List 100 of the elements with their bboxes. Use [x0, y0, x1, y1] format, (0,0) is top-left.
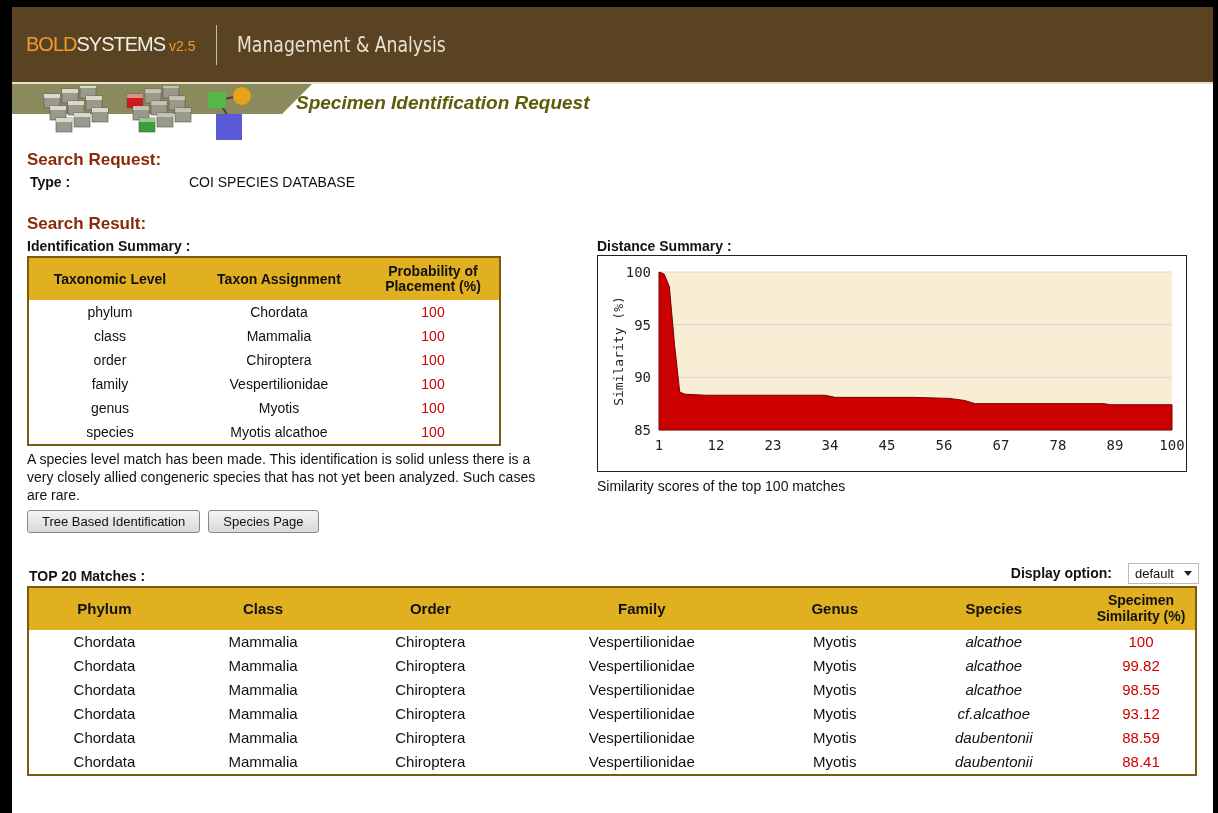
table-title: Identification Summary : — [27, 238, 192, 254]
column-header: Taxon Assignment — [190, 257, 367, 300]
table-cell-text: Mammalia — [245, 327, 313, 346]
table-cell: species — [28, 420, 191, 445]
table-cell-text: Chiroptera — [394, 704, 467, 725]
table-cell: Chordata — [28, 677, 180, 702]
table-cell: Mammalia — [179, 629, 347, 654]
caret-icon — [1184, 570, 1192, 576]
table-cell: 100 — [367, 396, 500, 420]
table-cell-text: Vespertilionidae — [587, 680, 696, 701]
logo: BOLDSYSTEMS v2.5 — [26, 33, 196, 56]
column-header: Probability of Placement (%) — [367, 257, 500, 300]
table-cell: Chiroptera — [346, 629, 515, 654]
table-cell: 100 — [367, 372, 500, 396]
axis-tick-label: 90 — [634, 369, 651, 386]
table-cell: Myotis alcathoe — [190, 420, 367, 445]
table-cell-text: Myotis — [812, 728, 858, 749]
table-cell: Chiroptera — [346, 749, 515, 775]
axis-tick-label: 85 — [634, 422, 651, 438]
table-cell: 100 — [367, 348, 500, 372]
table-cell: 98.55 — [1087, 677, 1196, 702]
option-label: Display option: — [1010, 565, 1112, 582]
table-cell: 88.41 — [1087, 749, 1196, 775]
axis-title: Similarity (%) — [611, 296, 626, 406]
table-cell-text: Vespertilionidae — [587, 704, 696, 725]
table-cell-text: Mammalia — [227, 704, 299, 725]
table-cell-text: alcathoe — [964, 656, 1024, 677]
column-header: Class — [179, 586, 347, 630]
table-cell: 100 — [367, 300, 500, 324]
axis-tick-label: 56 — [935, 437, 953, 453]
chart-caption: Similarity scores of the top 100 matches — [597, 478, 847, 494]
section-heading: Search Result: — [27, 214, 148, 234]
table-cell-text: daubentonii — [953, 728, 1034, 749]
table-cell: daubentonii — [900, 749, 1087, 775]
axis-tick-label: 89 — [1106, 437, 1124, 453]
table-cell: Chordata — [28, 749, 180, 775]
table-cell: phylum — [28, 300, 191, 324]
table-cell: Myotis — [769, 749, 901, 775]
axis-tick-label: 23 — [764, 437, 782, 453]
column-header: Specimen Similarity (%) — [1087, 586, 1196, 630]
table-cell: 88.59 — [1087, 725, 1196, 750]
table-cell: Chordata — [190, 300, 367, 324]
table-cell: 100 — [367, 420, 500, 445]
result-note: A species level match has been made. This identification is solid unless there is a very closely allied congeneric species that has not yet been analyzed. Such cases are rare. — [27, 450, 537, 505]
table-cell-text: Vespertilionidae — [228, 375, 330, 394]
table-cell: genus — [28, 396, 191, 420]
table-cell: Chordata — [28, 653, 180, 678]
axis-tick-label: 34 — [821, 437, 839, 453]
table-cell: family — [28, 372, 191, 396]
column-header: Genus — [769, 586, 901, 630]
action-button[interactable]: Species Page — [208, 509, 319, 533]
axis-tick-label: 78 — [1049, 437, 1067, 453]
table-cell-text: Mammalia — [227, 656, 299, 677]
table-cell: 99.82 — [1087, 653, 1196, 678]
axis-tick-label: 12 — [707, 437, 725, 453]
table-cell-text: Vespertilionidae — [587, 656, 696, 677]
column-header: Order — [346, 586, 515, 630]
page-title: Specimen Identification Request — [296, 92, 590, 114]
axis-tick-label: 100 — [625, 264, 651, 280]
table-cell-text: Mammalia — [227, 680, 299, 701]
action-button[interactable]: Tree Based Identification — [27, 509, 201, 533]
section-heading: Search Request: — [27, 150, 163, 170]
table-cell-text: Myotis — [812, 656, 858, 677]
axis-tick-label: 100 — [1159, 437, 1185, 453]
table-cell-text: Myotis — [812, 704, 858, 725]
table-cell: Chordata — [28, 725, 180, 750]
table-cell: Mammalia — [179, 749, 347, 775]
table-cell: alcathoe — [900, 629, 1087, 654]
table-cell: order — [28, 348, 191, 372]
table-cell: 100 — [1087, 629, 1196, 654]
table-cell-text: Myotis — [257, 399, 301, 418]
column-header: Species — [900, 586, 1087, 630]
table-cell-text: Chiroptera — [394, 656, 467, 677]
chart-title: Distance Summary : — [597, 238, 733, 254]
table-cell: 100 — [367, 324, 500, 348]
table-cell-text: Chiroptera — [394, 728, 467, 749]
column-header: Family — [514, 586, 770, 630]
axis-tick-label: 67 — [992, 437, 1010, 453]
table-cell-text: cf.alcathoe — [956, 704, 1031, 725]
table-cell-text: Chiroptera — [394, 680, 467, 701]
table-cell-text: Vespertilionidae — [587, 728, 696, 749]
axis-tick-label: 1 — [654, 437, 664, 453]
display-option-dropdown[interactable]: default — [1127, 562, 1199, 584]
table-cell-text: alcathoe — [964, 680, 1024, 701]
axis-tick-label: 45 — [878, 437, 896, 453]
table-cell: Chordata — [28, 629, 180, 654]
section-title: Management & Analysis — [236, 32, 446, 57]
field-value: COI SPECIES DATABASE — [189, 174, 355, 190]
table-cell: class — [28, 324, 191, 348]
table-cell: Vespertilionidae — [514, 629, 770, 654]
table-cell: Myotis — [769, 629, 901, 654]
axis-tick-label: 95 — [634, 316, 651, 333]
table-cell-text: Myotis — [812, 680, 858, 701]
table-cell-text: Chiroptera — [245, 351, 313, 370]
table-cell: Vespertilionidae — [514, 749, 770, 775]
column-header: Phylum — [28, 586, 180, 630]
table-cell-text: Mammalia — [227, 728, 299, 749]
column-header: Taxonomic Level — [28, 257, 191, 300]
table-cell: 93.12 — [1087, 701, 1196, 726]
table-title: TOP 20 Matches : — [29, 567, 146, 584]
